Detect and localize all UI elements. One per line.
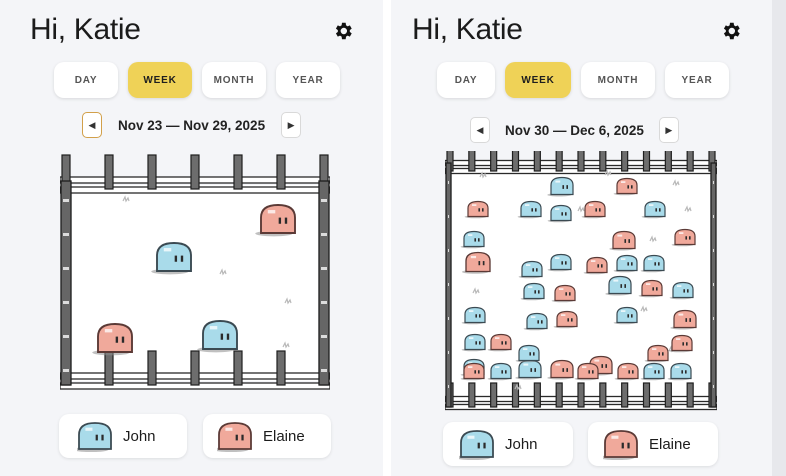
legend-item-elaine[interactable]: Elaine: [588, 422, 718, 466]
tab-day[interactable]: DAY: [54, 62, 118, 98]
blob-icon: [77, 420, 113, 452]
chevron-left-icon: ◀: [88, 119, 96, 130]
john-blob: [77, 422, 112, 452]
next-week-button[interactable]: ▶: [281, 112, 302, 138]
chevron-right-icon: ▶: [665, 124, 673, 135]
blob-icon: [459, 428, 495, 460]
legend-name: Elaine: [649, 435, 691, 453]
date-navigator: ◀ Nov 30 — Dec 6, 2025 ▶: [470, 117, 679, 143]
window-edge: [772, 0, 786, 476]
divider: [383, 0, 391, 476]
period-tabs: DAY WEEK MONTH YEAR: [437, 62, 729, 98]
blob-pen: [60, 154, 330, 390]
greeting-title: Hi, Katie: [412, 13, 523, 46]
chevron-right-icon: ▶: [287, 119, 295, 130]
date-range-label: Nov 23 — Nov 29, 2025: [118, 117, 266, 133]
john-blob: [459, 430, 494, 460]
blob-icon: [603, 428, 639, 460]
prev-week-button[interactable]: ◀: [470, 117, 490, 143]
tab-month[interactable]: MONTH: [202, 62, 266, 98]
tab-week[interactable]: WEEK: [505, 62, 571, 98]
week-view-panel-1: Hi, Katie DAY WEEK MONTH YEAR ◀ Nov 23 —…: [0, 0, 383, 476]
gear-icon[interactable]: [720, 20, 742, 42]
gear-icon[interactable]: [332, 20, 354, 42]
date-range-label: Nov 30 — Dec 6, 2025: [505, 122, 644, 138]
legend-name: John: [505, 435, 538, 453]
chevron-left-icon: ◀: [476, 124, 484, 135]
legend-item-elaine[interactable]: Elaine: [203, 414, 331, 458]
date-navigator: ◀ Nov 23 — Nov 29, 2025 ▶: [82, 112, 302, 138]
elaine-blob: [217, 422, 252, 452]
legend-item-john[interactable]: John: [443, 422, 573, 466]
tab-day[interactable]: DAY: [437, 62, 495, 98]
tab-month[interactable]: MONTH: [581, 62, 655, 98]
legend-item-john[interactable]: John: [59, 414, 187, 458]
tab-week[interactable]: WEEK: [128, 62, 192, 98]
period-tabs: DAY WEEK MONTH YEAR: [54, 62, 340, 98]
blob-icon: [217, 420, 253, 452]
legend-name: Elaine: [263, 427, 305, 445]
tab-year[interactable]: YEAR: [276, 62, 340, 98]
greeting-title: Hi, Katie: [30, 13, 141, 46]
week-view-panel-2: Hi, Katie DAY WEEK MONTH YEAR ◀ Nov 30 —…: [391, 0, 772, 476]
next-week-button[interactable]: ▶: [658, 117, 679, 143]
blob-pen: [445, 151, 717, 411]
legend-name: John: [123, 427, 156, 445]
elaine-blob: [603, 430, 638, 460]
prev-week-button[interactable]: ◀: [82, 112, 102, 138]
tab-year[interactable]: YEAR: [665, 62, 729, 98]
